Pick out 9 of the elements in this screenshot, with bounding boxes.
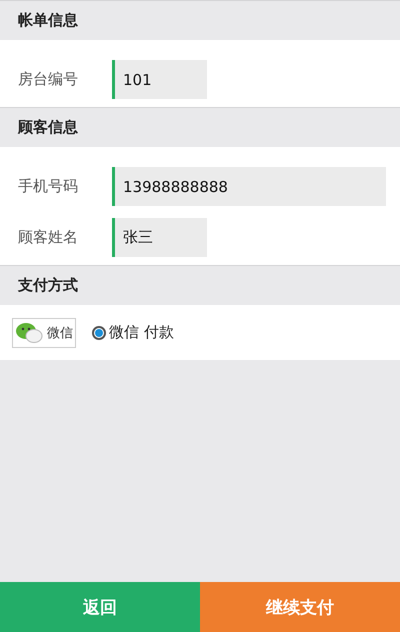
radio-option[interactable]: 微信 付款 — [92, 323, 174, 342]
wechat-logo: 微信 — [12, 318, 76, 348]
input-field[interactable]: 101 — [112, 60, 207, 99]
field-label: 手机号码 — [18, 177, 79, 196]
field-label: 房台编号 — [18, 70, 79, 89]
chat-bubbles-icon — [15, 320, 45, 344]
input-field[interactable]: 张三 — [112, 218, 207, 257]
input-field[interactable]: 13988888888 — [112, 167, 386, 206]
field-label: 顾客姓名 — [18, 228, 79, 247]
